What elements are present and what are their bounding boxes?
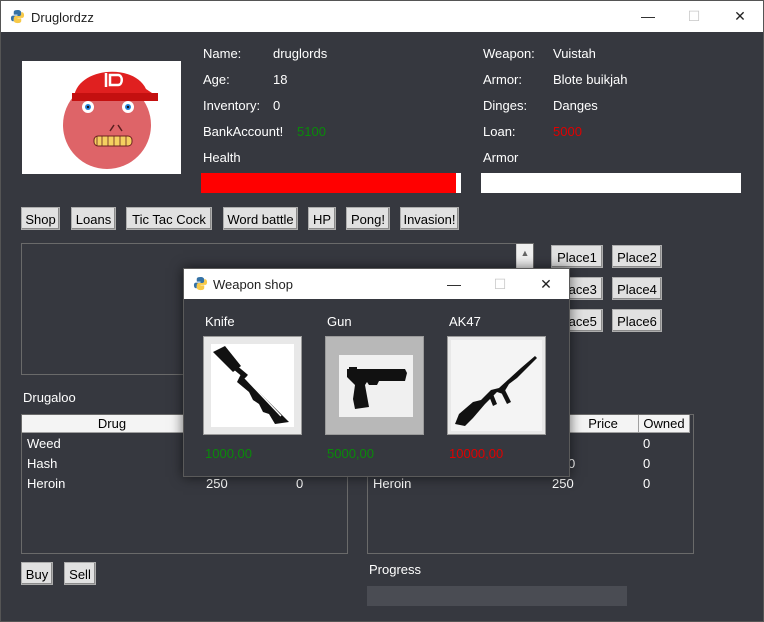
knife-buy-button[interactable]	[203, 336, 302, 435]
table-row-owned[interactable]: 0	[296, 476, 303, 491]
gun-buy-button[interactable]	[325, 336, 424, 435]
rifle-icon	[455, 356, 537, 426]
loan-label: Loan:	[483, 124, 516, 139]
table-row-owned[interactable]: 0	[643, 476, 650, 491]
tic-tac-button[interactable]: Tic Tac Cock	[126, 207, 212, 230]
loan-value: 5000	[553, 124, 582, 139]
age-label: Age:	[203, 72, 230, 87]
inventory-value: 0	[273, 98, 281, 113]
window-title: Druglordzz	[31, 10, 94, 25]
hp-button[interactable]: HP	[308, 207, 336, 230]
place2-button[interactable]: Place2	[612, 245, 662, 268]
dialog-title: Weapon shop	[213, 277, 293, 292]
word-battle-button[interactable]: Word battle	[223, 207, 298, 230]
age-value: 18	[273, 72, 288, 87]
sell-button[interactable]: Sell	[64, 562, 96, 585]
python-icon	[193, 276, 208, 291]
progress-bar	[367, 586, 627, 606]
health-bar-fill	[201, 173, 456, 193]
drugaloo-label: Drugaloo	[23, 390, 76, 405]
gun-name: Gun	[327, 314, 352, 329]
avatar	[22, 61, 181, 174]
knife-price: 1000,00	[205, 446, 252, 461]
place1-button[interactable]: Place1	[551, 245, 603, 268]
python-icon	[10, 9, 25, 24]
minimize-button[interactable]: —	[625, 1, 671, 32]
shop-button[interactable]: Shop	[21, 207, 60, 230]
armor-bar	[481, 173, 741, 193]
dialog-close-button[interactable]: ✕	[523, 269, 569, 299]
table-row-price[interactable]: 250	[552, 476, 574, 491]
drug-column-header[interactable]: Drug	[22, 415, 203, 433]
armor-bar-label: Armor	[483, 150, 519, 165]
title-bar: Druglordzz — ☐ ✕	[1, 1, 763, 32]
name-label: Name:	[203, 46, 242, 61]
health-bar	[201, 173, 461, 193]
place6-button[interactable]: Place6	[612, 309, 662, 332]
pong-button[interactable]: Pong!	[346, 207, 390, 230]
table-row-drug[interactable]: Heroin	[27, 476, 65, 491]
knife-name: Knife	[205, 314, 235, 329]
armor-value: Blote buikjah	[553, 72, 628, 87]
table-row-drug[interactable]: Heroin	[373, 476, 411, 491]
dinges-label: Dinges:	[483, 98, 528, 113]
inventory-label: Inventory:	[203, 98, 261, 113]
armor-label: Armor:	[483, 72, 522, 87]
weapon-value: Vuistah	[553, 46, 596, 61]
name-value: druglords	[273, 46, 328, 61]
close-button[interactable]: ✕	[717, 1, 763, 32]
dialog-minimize-button[interactable]: —	[431, 269, 477, 299]
scroll-up-icon[interactable]: ▲	[517, 244, 533, 262]
loans-button[interactable]: Loans	[71, 207, 116, 230]
ak47-name: AK47	[449, 314, 481, 329]
health-label: Health	[203, 150, 241, 165]
progress-label: Progress	[369, 562, 422, 577]
invasion-button[interactable]: Invasion!	[400, 207, 459, 230]
dinges-value: Danges	[553, 98, 598, 113]
bank-account-label: BankAccount!	[203, 124, 284, 139]
price-column-header[interactable]: Price	[568, 415, 639, 433]
weapon-label: Weapon:	[483, 46, 535, 61]
table-row-drug[interactable]: Weed	[27, 436, 61, 451]
table-row-drug[interactable]: Hash	[27, 456, 57, 471]
owned-column-header[interactable]: Owned	[639, 415, 690, 433]
buy-button[interactable]: Buy	[21, 562, 53, 585]
pistol-icon	[347, 367, 407, 409]
place4-button[interactable]: Place4	[612, 277, 662, 300]
ak47-price: 10000,00	[449, 446, 504, 461]
table-row-owned[interactable]: 0	[643, 436, 650, 451]
table-row-price[interactable]: 250	[206, 476, 228, 491]
knife-icon	[213, 346, 289, 424]
gun-price: 5000,00	[327, 446, 374, 461]
table-row-owned[interactable]: 0	[643, 456, 650, 471]
ak47-buy-button[interactable]	[447, 336, 546, 435]
dialog-maximize-button[interactable]: ☐	[477, 269, 523, 299]
maximize-button[interactable]: ☐	[671, 1, 717, 32]
dialog-title-bar: Weapon shop — ☐ ✕	[184, 269, 569, 299]
bank-account-value: 5100	[297, 124, 326, 139]
weapon-shop-dialog: Weapon shop — ☐ ✕ Knife 1000,00 Gun 5000…	[183, 268, 570, 477]
